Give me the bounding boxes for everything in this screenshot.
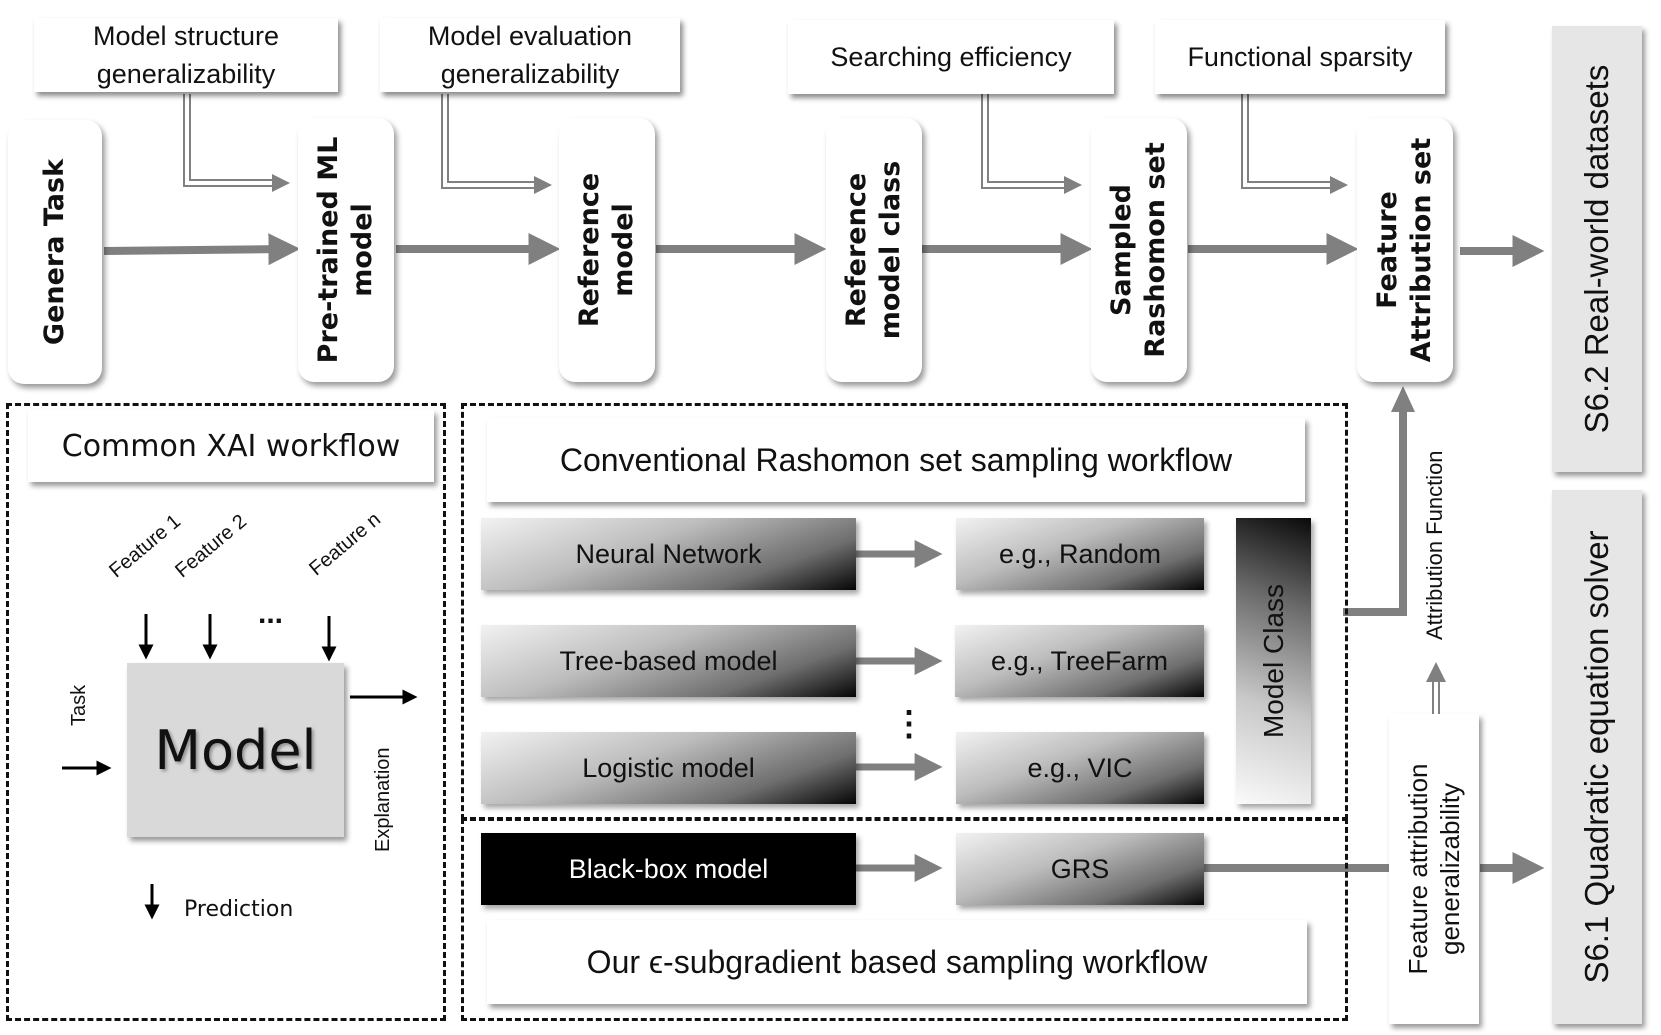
- stage-general-task-label: Genera Task: [39, 158, 70, 346]
- callout-model-evaluation: Model evaluation generalizability: [380, 18, 680, 92]
- feature-attribution-generalizability-label: Feature attribution generalizability: [1403, 763, 1465, 975]
- callout-functional-sparsity: Functional sparsity: [1155, 20, 1445, 94]
- callout-arrow-searching: [981, 94, 1082, 194]
- model-neural-network: Neural Network: [481, 518, 856, 590]
- model-box-label: Model: [154, 718, 317, 782]
- arrow-modelclass-to-attribution: [1343, 410, 1407, 616]
- stage-reference-label: Reference model: [574, 172, 639, 328]
- stage-feature-attribution-set: Feature Attribution set: [1357, 118, 1453, 382]
- section-quadratic-solver: S6.1 Quadratic equation solver: [1552, 490, 1642, 1024]
- prediction-label: Prediction: [184, 897, 294, 922]
- stage-reference-model: Reference model: [559, 118, 655, 382]
- arrow-generalizability-up: [1426, 662, 1446, 714]
- model-tree-based: Tree-based model: [481, 625, 856, 697]
- rows-vertical-ellipsis: ⋮: [892, 705, 926, 743]
- model-black-box: Black-box model: [481, 833, 856, 905]
- attribution-function-label: Attribution Function: [1422, 450, 1447, 640]
- model-box: Model: [127, 663, 344, 837]
- stage-reference-class-label: Reference model class: [841, 160, 906, 340]
- stage-attribution-label: Feature Attribution set: [1372, 137, 1437, 363]
- task-label: Task: [68, 684, 90, 726]
- method-treefarm: e.g., TreeFarm: [955, 625, 1204, 697]
- explanation-label: Explanation: [372, 747, 394, 852]
- model-logistic: Logistic model: [481, 732, 856, 804]
- stage-reference-model-class: Reference model class: [826, 118, 922, 382]
- stage-pretrained-ml-model: Pre-trained ML model: [298, 118, 394, 382]
- method-vic: e.g., VIC: [956, 732, 1204, 804]
- callout-arrow-structure: [183, 94, 290, 192]
- features-ellipsis: ...: [258, 597, 284, 630]
- arrow-task-to-pretrained: [103, 233, 301, 266]
- stage-pretrained-label: Pre-trained ML model: [313, 136, 378, 364]
- feature-attribution-generalizability-box: Feature attribution generalizability: [1389, 714, 1479, 1024]
- stage-general-task: Genera Task: [8, 120, 102, 384]
- stage-sampled-label: Sampled Rashomon set: [1106, 142, 1171, 358]
- xai-workflow-title: Common XAI workflow: [28, 410, 434, 482]
- section-real-world-label: S6.2 Real-world datasets: [1578, 64, 1615, 434]
- section-real-world-datasets: S6.2 Real-world datasets: [1552, 26, 1642, 472]
- section-quadratic-label: S6.1 Quadratic equation solver: [1578, 530, 1615, 984]
- callout-arrow-sparsity: [1241, 94, 1348, 194]
- model-class-bar: Model Class: [1236, 518, 1311, 804]
- callout-searching-efficiency: Searching efficiency: [788, 20, 1114, 94]
- conventional-workflow-title: Conventional Rashomon set sampling workf…: [487, 418, 1305, 502]
- our-workflow-title: Our ϵ-subgradient based sampling workflo…: [487, 920, 1307, 1004]
- method-grs: GRS: [956, 833, 1204, 905]
- model-class-label: Model Class: [1257, 583, 1289, 739]
- method-random: e.g., Random: [956, 518, 1204, 590]
- callout-model-structure: Model structure generalizability: [34, 18, 338, 92]
- callout-arrow-evaluation: [441, 94, 552, 194]
- stage-sampled-rashomon-set: Sampled Rashomon set: [1091, 118, 1187, 382]
